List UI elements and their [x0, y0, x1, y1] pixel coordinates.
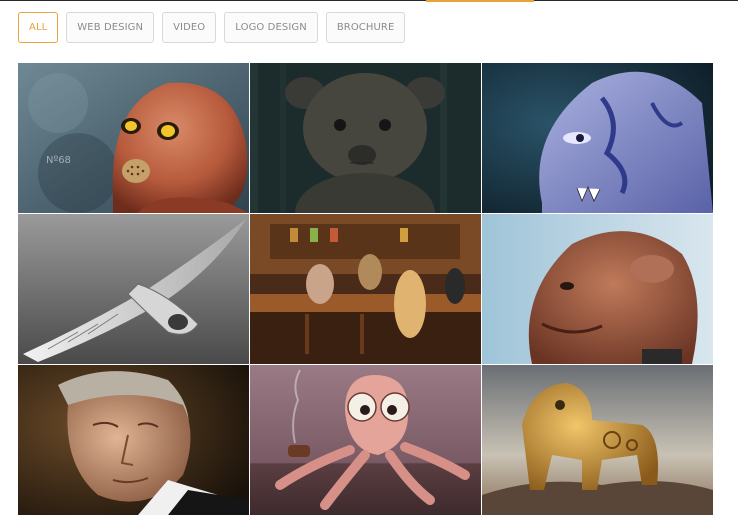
- gallery-item-old-man-portrait[interactable]: [18, 365, 249, 515]
- monster-portrait-image: [482, 214, 713, 364]
- gallery-item-monster-portrait[interactable]: [482, 214, 713, 364]
- gallery-item-cartoon-bar-scene[interactable]: [250, 214, 481, 364]
- portfolio-filter-bar: ALL WEB DESIGN VIDEO LOGO DESIGN BROCHUR…: [18, 12, 406, 43]
- filter-web-design-button[interactable]: WEB DESIGN: [66, 12, 155, 43]
- red-robot-mask-image: Nº68: [18, 63, 249, 213]
- filter-brochure-button[interactable]: BROCHURE: [325, 12, 406, 43]
- gallery-item-blue-tattooed-creature[interactable]: [482, 63, 713, 213]
- filter-logo-design-button[interactable]: LOGO DESIGN: [224, 12, 318, 43]
- filter-video-button[interactable]: VIDEO: [162, 12, 217, 43]
- old-man-portrait-image: [18, 365, 249, 515]
- top-border: [0, 0, 738, 1]
- cartoon-bar-scene-image: [250, 214, 481, 364]
- gallery-item-steampunk-lion[interactable]: [482, 365, 713, 515]
- steampunk-lion-image: [482, 365, 713, 515]
- watermark-number: Nº68: [46, 155, 71, 166]
- portfolio-gallery: Nº68: [18, 63, 713, 516]
- pink-octopus-image: [250, 365, 481, 515]
- blue-tattooed-creature-image: [482, 63, 713, 213]
- gallery-item-dark-teddy-bear[interactable]: [250, 63, 481, 213]
- gallery-item-pink-octopus[interactable]: [250, 365, 481, 515]
- filter-all-button[interactable]: ALL: [18, 12, 59, 43]
- active-nav-indicator: [426, 0, 534, 2]
- gallery-item-red-robot-mask[interactable]: Nº68: [18, 63, 249, 213]
- gallery-item-mechanical-bird[interactable]: [18, 214, 249, 364]
- dark-teddy-bear-image: [250, 63, 481, 213]
- mechanical-bird-image: [18, 214, 249, 364]
